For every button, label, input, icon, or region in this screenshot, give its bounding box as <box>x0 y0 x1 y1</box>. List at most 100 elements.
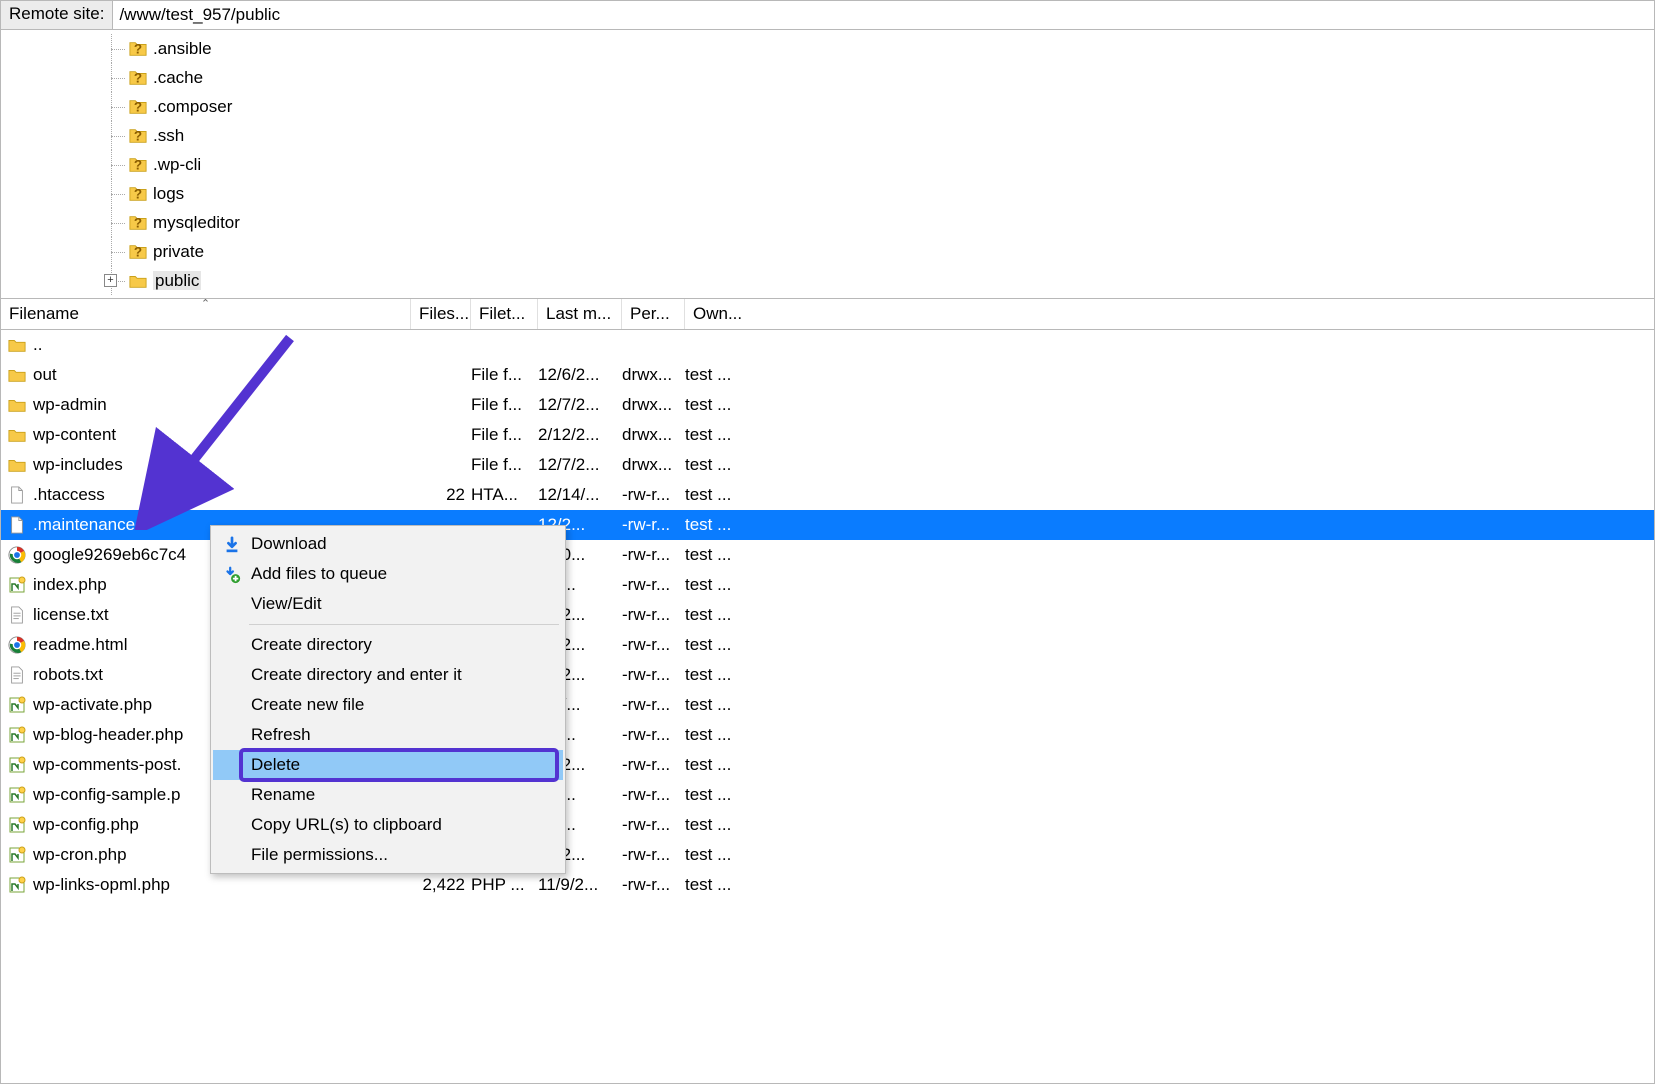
tree-node[interactable]: private <box>1 237 1654 266</box>
question-folder-icon <box>129 98 147 116</box>
file-owner: test ... <box>685 725 751 745</box>
menu-item-label: Create new file <box>251 695 364 715</box>
file-type: PHP ... <box>471 875 538 895</box>
tree-node-label: public <box>153 271 201 291</box>
file-row[interactable]: wp-includesFile f...12/7/2...drwx...test… <box>1 450 1654 480</box>
tree-node[interactable]: .composer <box>1 92 1654 121</box>
menu-item-rename[interactable]: Rename <box>213 780 563 810</box>
file-row[interactable]: .htaccess22HTA...12/14/...-rw-r...test .… <box>1 480 1654 510</box>
file-owner: test ... <box>685 485 751 505</box>
file-type: File f... <box>471 365 538 385</box>
tree-node[interactable]: .ansible <box>1 34 1654 63</box>
file-name: robots.txt <box>33 665 103 685</box>
file-name: readme.html <box>33 635 127 655</box>
file-permissions: -rw-r... <box>622 605 685 625</box>
file-row[interactable]: wp-links-opml.php2,422PHP ...11/9/2...-r… <box>1 870 1654 900</box>
file-owner: test ... <box>685 605 751 625</box>
menu-item-refresh[interactable]: Refresh <box>213 720 563 750</box>
text-icon <box>7 606 27 624</box>
tree-node-label: .composer <box>153 97 232 117</box>
file-modified: 12/6/2... <box>538 365 622 385</box>
folder-icon <box>7 366 27 384</box>
file-name: out <box>33 365 57 385</box>
question-folder-icon <box>129 243 147 261</box>
file-owner: test ... <box>685 575 751 595</box>
file-size: 22 <box>411 485 471 505</box>
file-permissions: -rw-r... <box>622 845 685 865</box>
file-type: File f... <box>471 425 538 445</box>
file-row[interactable]: outFile f...12/6/2...drwx...test ... <box>1 360 1654 390</box>
col-header-type[interactable]: Filet... <box>471 299 538 329</box>
file-permissions: -rw-r... <box>622 815 685 835</box>
menu-item-label: File permissions... <box>251 845 388 865</box>
tree-node[interactable]: .cache <box>1 63 1654 92</box>
menu-item-delete[interactable]: Delete <box>213 750 563 780</box>
menu-item-file-permissions[interactable]: File permissions... <box>213 840 563 870</box>
file-permissions: drwx... <box>622 425 685 445</box>
file-name: wp-links-opml.php <box>33 875 170 895</box>
menu-item-download[interactable]: Download <box>213 529 563 559</box>
file-permissions: -rw-r... <box>622 515 685 535</box>
file-row[interactable]: .. <box>1 330 1654 360</box>
folder-icon <box>7 336 27 354</box>
file-name: wp-admin <box>33 395 107 415</box>
file-name: wp-includes <box>33 455 123 475</box>
php-icon <box>7 576 27 594</box>
file-modified: 12/7/2... <box>538 395 622 415</box>
menu-separator <box>249 624 559 625</box>
file-name: wp-cron.php <box>33 845 127 865</box>
file-name: wp-config-sample.p <box>33 785 180 805</box>
file-name: wp-blog-header.php <box>33 725 183 745</box>
menu-item-view-edit[interactable]: View/Edit <box>213 589 563 619</box>
tree-node-label: .cache <box>153 68 203 88</box>
menu-item-copy-url-s-to-clipboard[interactable]: Copy URL(s) to clipboard <box>213 810 563 840</box>
file-type: HTA... <box>471 485 538 505</box>
file-owner: test ... <box>685 425 751 445</box>
tree-node[interactable]: mysqleditor <box>1 208 1654 237</box>
tree-node[interactable]: + public <box>1 266 1654 295</box>
file-row[interactable]: wp-contentFile f...2/12/2...drwx...test … <box>1 420 1654 450</box>
tree-node-label: .wp-cli <box>153 155 201 175</box>
file-type: File f... <box>471 455 538 475</box>
php-icon <box>7 786 27 804</box>
menu-item-create-new-file[interactable]: Create new file <box>213 690 563 720</box>
download-icon <box>221 534 243 556</box>
menu-item-create-directory[interactable]: Create directory <box>213 630 563 660</box>
col-header-modified[interactable]: Last m... <box>538 299 622 329</box>
file-owner: test ... <box>685 785 751 805</box>
remote-site-label: Remote site: <box>1 1 113 29</box>
text-icon <box>7 666 27 684</box>
menu-item-label: Copy URL(s) to clipboard <box>251 815 442 835</box>
tree-node[interactable]: .ssh <box>1 121 1654 150</box>
col-header-permissions[interactable]: Per... <box>622 299 685 329</box>
file-permissions: -rw-r... <box>622 485 685 505</box>
remote-path-input[interactable] <box>113 1 1654 29</box>
file-permissions: -rw-r... <box>622 725 685 745</box>
tree-node[interactable]: logs <box>1 179 1654 208</box>
file-permissions: -rw-r... <box>622 695 685 715</box>
file-permissions: drwx... <box>622 395 685 415</box>
php-icon <box>7 696 27 714</box>
tree-expander-icon[interactable]: + <box>104 274 117 287</box>
remote-tree-panel[interactable]: .ansible .cache .composer .ssh .wp-cli logsmy… <box>0 30 1655 298</box>
file-owner: test ... <box>685 635 751 655</box>
file-owner: test ... <box>685 695 751 715</box>
question-folder-icon <box>129 127 147 145</box>
menu-item-label: Refresh <box>251 725 311 745</box>
folder-icon <box>7 396 27 414</box>
menu-item-label: Add files to queue <box>251 564 387 584</box>
menu-item-create-directory-and-enter-it[interactable]: Create directory and enter it <box>213 660 563 690</box>
tree-node[interactable]: .wp-cli <box>1 150 1654 179</box>
menu-item-add-files-to-queue[interactable]: Add files to queue <box>213 559 563 589</box>
file-owner: test ... <box>685 545 751 565</box>
file-size: 2,422 <box>411 875 471 895</box>
file-name: wp-activate.php <box>33 695 152 715</box>
col-header-size[interactable]: Files... <box>411 299 471 329</box>
file-row[interactable]: wp-adminFile f...12/7/2...drwx...test ..… <box>1 390 1654 420</box>
question-folder-icon <box>129 69 147 87</box>
folder-icon <box>7 456 27 474</box>
file-name: .maintenance <box>33 515 135 535</box>
col-header-filename[interactable]: ⌃ Filename <box>1 299 411 329</box>
tree-node-label: private <box>153 242 204 262</box>
col-header-owner[interactable]: Own... <box>685 299 751 329</box>
